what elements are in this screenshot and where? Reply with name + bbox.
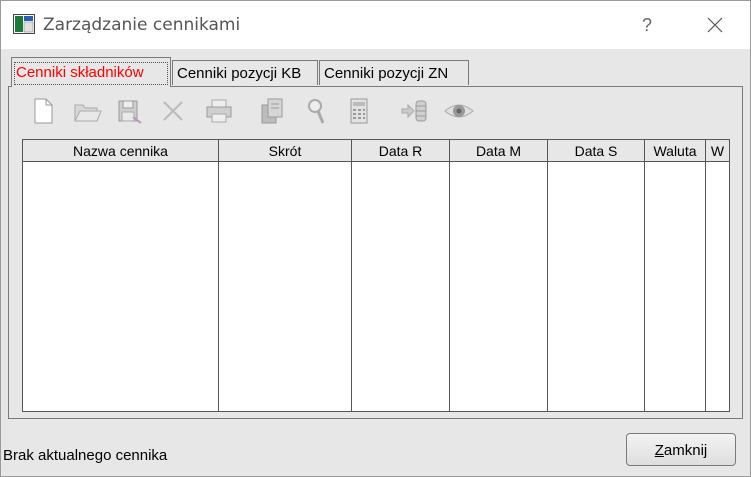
close-button-label: amknij [663,442,708,459]
pricelist-table[interactable]: Nazwa cennika Skrót Data R Data M Data S… [22,139,730,412]
print-icon[interactable] [203,95,235,127]
close-button-mnemonic: Z [654,442,664,459]
calculator-icon[interactable] [343,95,375,127]
column-divider [449,162,450,411]
window-title: Zarządzanie cennikami [43,15,241,35]
search-icon[interactable] [301,95,333,127]
close-button[interactable]: Zamknij [626,433,736,466]
new-document-icon[interactable] [27,95,59,127]
column-header-data-s[interactable]: Data S [548,140,645,161]
column-divider [218,162,219,411]
dialog-window: Zarządzanie cennikami ? Cenniki składnik… [0,0,751,477]
app-icon [13,14,35,34]
status-text: Brak aktualnego cennika [3,447,168,464]
status-bar: Brak aktualnego cennika Zamknij [1,433,750,476]
column-header-data-m[interactable]: Data M [450,140,548,161]
title-bar[interactable]: Zarządzanie cennikami ? [1,1,750,49]
open-folder-icon[interactable] [71,95,103,127]
column-divider [644,162,645,411]
column-header-nazwa-cennika[interactable]: Nazwa cennika [23,140,219,161]
column-header-w[interactable]: W [706,140,729,161]
save-icon[interactable] [113,95,145,127]
column-divider [705,162,706,411]
close-window-icon[interactable] [701,11,729,39]
column-header-waluta[interactable]: Waluta [645,140,706,161]
help-button[interactable]: ? [633,11,661,39]
tab-cenniki-pozycji-zn[interactable]: Cenniki pozycji ZN [319,60,469,85]
tab-label: Cenniki pozycji ZN [324,65,449,82]
table-header: Nazwa cennika Skrót Data R Data M Data S… [23,140,729,162]
tab-cenniki-pozycji-kb[interactable]: Cenniki pozycji KB [172,60,318,85]
column-divider [547,162,548,411]
preview-eye-icon[interactable] [443,95,475,127]
delete-icon[interactable] [157,95,189,127]
column-header-data-r[interactable]: Data R [352,140,450,161]
tab-focus-rect [14,62,168,85]
import-icon[interactable] [399,95,431,127]
column-header-skrot[interactable]: Skrót [219,140,352,161]
tab-panel: Nazwa cennika Skrót Data R Data M Data S… [8,86,743,419]
dialog-client: Cenniki składników Cenniki pozycji KB Ce… [1,49,750,476]
column-divider [351,162,352,411]
tab-label: Cenniki pozycji KB [177,65,302,82]
tab-cenniki-skladnikow[interactable]: Cenniki składników [11,57,171,89]
copy-icon[interactable] [257,95,289,127]
